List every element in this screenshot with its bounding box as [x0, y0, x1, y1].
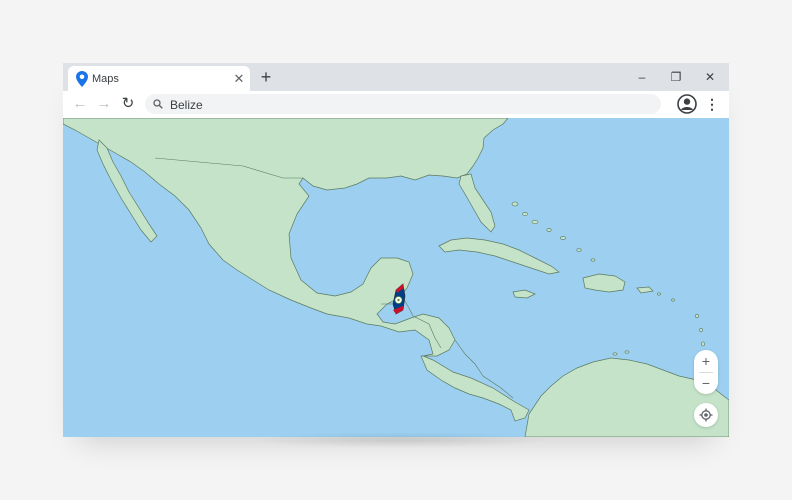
close-window-button[interactable]: ✕ [703, 70, 717, 84]
island-puerto-rico [636, 286, 654, 294]
browser-window: Maps ✕ + – ❐ ✕ ← → ↻ Belize ⋮ + − [63, 63, 729, 437]
back-button[interactable]: ← [71, 95, 89, 113]
window-shadow [250, 432, 550, 448]
map-viewport[interactable]: + − [63, 118, 729, 437]
zoom-control: + − [694, 350, 718, 394]
zoom-in-button[interactable]: + [694, 350, 718, 372]
new-tab-button[interactable]: + [256, 68, 276, 88]
forward-button[interactable]: → [95, 95, 113, 113]
island-jamaica [512, 289, 536, 299]
restore-button[interactable]: ❐ [669, 70, 683, 84]
my-location-button[interactable] [694, 403, 718, 427]
tab-maps[interactable]: Maps ✕ [68, 66, 250, 91]
tab-close-icon[interactable]: ✕ [232, 72, 246, 86]
landmass-florida [458, 173, 496, 233]
island-cuba [438, 237, 560, 275]
browser-toolbar: ← → ↻ Belize ⋮ [63, 91, 729, 118]
address-bar[interactable]: Belize [145, 94, 661, 114]
crosshair-icon [699, 408, 713, 422]
tab-title: Maps [92, 73, 119, 85]
zoom-out-button[interactable]: − [694, 372, 718, 394]
island-hispaniola [582, 273, 626, 293]
map-pin-icon [76, 71, 88, 87]
map-canvas [63, 118, 729, 437]
landmass-north-america [63, 118, 530, 422]
search-icon [153, 99, 163, 109]
profile-avatar-icon[interactable] [677, 94, 697, 114]
minimize-button[interactable]: – [635, 70, 649, 84]
menu-kebab-icon[interactable]: ⋮ [705, 95, 719, 113]
address-bar-text: Belize [170, 98, 203, 112]
reload-button[interactable]: ↻ [119, 95, 137, 113]
tab-bar: Maps ✕ + – ❐ ✕ [63, 63, 729, 91]
